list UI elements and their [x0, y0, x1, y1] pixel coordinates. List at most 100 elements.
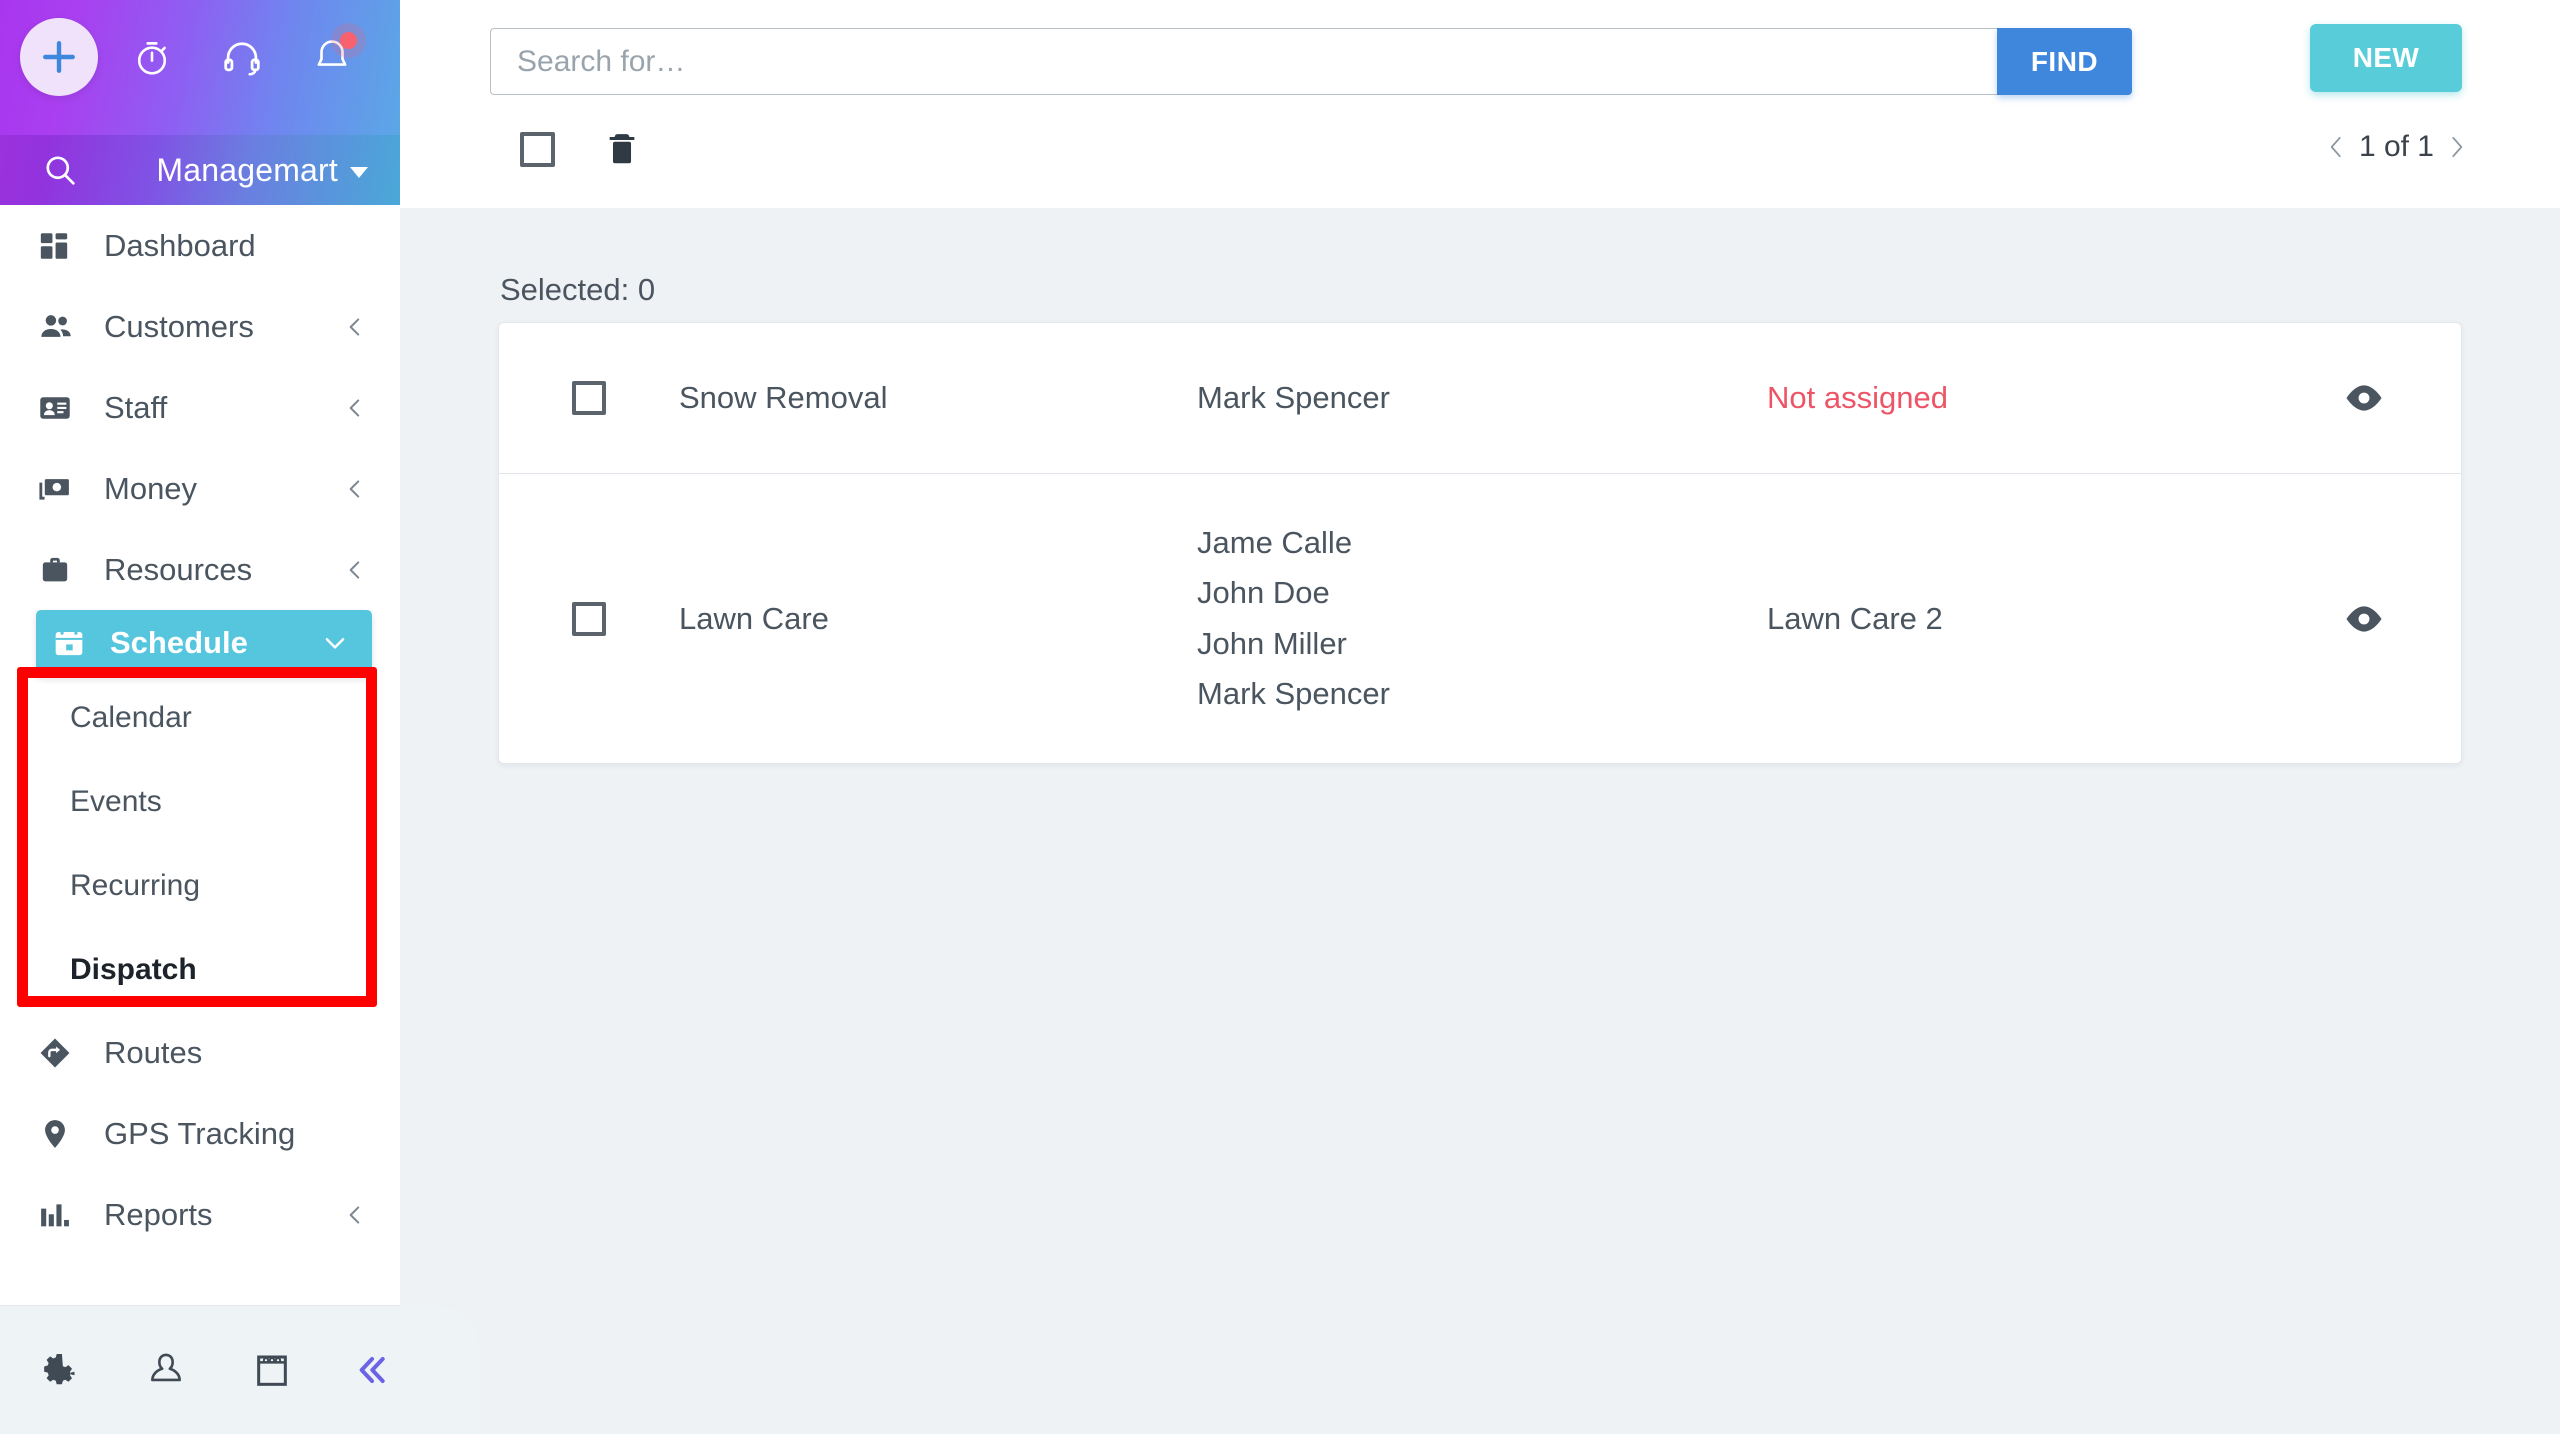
sidebar-item-label: Schedule: [110, 625, 248, 660]
gear-icon: [44, 1353, 75, 1385]
row-staff-list: Jame Calle John Doe John Miller Mark Spe…: [1197, 518, 1767, 719]
user-icon: [150, 1353, 181, 1382]
briefcase-icon: [38, 550, 84, 590]
timer-icon: [137, 41, 167, 75]
sidebar-search-button[interactable]: [40, 150, 80, 190]
sidebar-item-label: Reports: [104, 1196, 213, 1232]
sidebar-subitem-dispatch[interactable]: Dispatch: [0, 928, 400, 1012]
notifications-button[interactable]: [305, 30, 359, 84]
row-job-name: Lawn Care: [679, 600, 829, 636]
row-status: Lawn Care 2: [1767, 600, 1943, 636]
find-button[interactable]: FIND: [1997, 28, 2132, 95]
row-checkbox[interactable]: [572, 381, 606, 415]
sidebar-item-label: Customers: [104, 308, 254, 344]
content-toolbar: FIND NEW 1 of 1: [400, 0, 2560, 307]
collapse-icon: [359, 1357, 385, 1383]
chevron-right-icon[interactable]: [2444, 130, 2470, 164]
pin-icon: [38, 1114, 84, 1154]
eye-icon: [2346, 385, 2382, 411]
sidebar-subitem-calendar[interactable]: Calendar: [0, 676, 400, 760]
sidebar-item-label: Money: [104, 470, 198, 506]
row-checkbox-cell: [499, 601, 679, 636]
sidebar-subitem-label: Calendar: [70, 701, 192, 734]
bar-chart-icon: [38, 1195, 84, 1235]
sidebar-item-reports[interactable]: Reports: [0, 1174, 400, 1255]
table-row[interactable]: Snow Removal Mark Spencer Not assigned: [499, 323, 2461, 473]
selected-count: Selected: 0: [500, 272, 656, 307]
row-status: Not assigned: [1767, 380, 1948, 415]
sidebar-item-dashboard[interactable]: Dashboard: [0, 205, 400, 286]
routes-icon: [38, 1033, 84, 1073]
delete-selected-button[interactable]: [603, 128, 641, 170]
sidebar-subitem-label: Dispatch: [70, 953, 197, 986]
main-content: FIND NEW 1 of 1: [400, 0, 2560, 1434]
calendar-icon: [52, 623, 96, 663]
timer-button[interactable]: [125, 30, 179, 84]
staff-name: John Miller: [1197, 625, 1347, 661]
sidebar-item-label: Routes: [104, 1034, 203, 1070]
row-view-button[interactable]: [2267, 604, 2461, 634]
notes-button[interactable]: [243, 1327, 302, 1413]
search-input[interactable]: [490, 28, 1997, 95]
search-bar: FIND: [490, 28, 2132, 95]
sidebar-item-customers[interactable]: Customers: [0, 286, 400, 367]
row-checkbox[interactable]: [572, 601, 606, 636]
sidebar-subitem-label: Recurring: [70, 869, 201, 902]
settings-button[interactable]: [28, 1327, 87, 1413]
dispatch-table: Snow Removal Mark Spencer Not assigned L…: [498, 322, 2462, 764]
sidebar-item-staff[interactable]: Staff: [0, 367, 400, 448]
account-menu[interactable]: Managemart: [156, 152, 378, 189]
search-icon: [46, 156, 75, 185]
support-button[interactable]: [215, 30, 269, 84]
row-view-button[interactable]: [2267, 383, 2461, 413]
select-all-checkbox[interactable]: [520, 131, 555, 167]
money-icon: [38, 469, 84, 509]
table-row[interactable]: Lawn Care Jame Calle John Doe John Mille…: [499, 473, 2461, 763]
sidebar-item-resources[interactable]: Resources: [0, 529, 400, 610]
sidebar-item-label: Staff: [104, 389, 168, 425]
collapse-sidebar-button[interactable]: [342, 1327, 401, 1413]
chevron-down-icon: [320, 628, 350, 658]
chevron-down-icon: [350, 166, 368, 178]
sidebar-item-label: Resources: [104, 551, 253, 587]
sidebar-item-label: Dashboard: [104, 227, 256, 263]
staff-name: Mark Spencer: [1197, 675, 1390, 711]
chevron-left-icon: [342, 395, 368, 421]
sidebar-item-gps-tracking[interactable]: GPS Tracking: [0, 1093, 400, 1174]
notepad-icon: [257, 1355, 288, 1386]
sidebar-item-money[interactable]: Money: [0, 448, 400, 529]
staff-card-icon: [38, 388, 84, 428]
staff-name: Mark Spencer: [1197, 379, 1390, 415]
eye-icon: [2346, 605, 2382, 632]
sidebar-subitem-recurring[interactable]: Recurring: [0, 844, 400, 928]
row-job-name: Snow Removal: [679, 380, 888, 415]
sidebar-item-schedule[interactable]: Schedule: [36, 610, 372, 676]
staff-name: Jame Calle: [1197, 525, 1353, 561]
chevron-left-icon[interactable]: [2323, 130, 2349, 164]
brand-label: Managemart: [156, 151, 338, 188]
row-staff-list: Mark Spencer: [1197, 373, 1767, 423]
sidebar-subitem-label: Events: [70, 785, 162, 818]
sidebar-footer: [0, 1305, 400, 1434]
pagination: 1 of 1: [2323, 130, 2470, 164]
sidebar-item-routes[interactable]: Routes: [0, 1012, 400, 1093]
sidebar-notch: [400, 1305, 480, 1434]
app-root: Managemart Dashboard Customers Staff Mon…: [0, 0, 2560, 1434]
new-button[interactable]: NEW: [2310, 24, 2462, 92]
sidebar-quick-actions: [0, 0, 400, 135]
dashboard-icon: [38, 226, 84, 266]
bulk-actions: [520, 128, 641, 170]
plus-icon: [43, 41, 75, 73]
profile-button[interactable]: [137, 1327, 196, 1413]
sidebar-group-schedule: Schedule Calendar Events Recurring Dispa…: [0, 610, 400, 1012]
row-checkbox-cell: [499, 381, 679, 415]
sidebar-nav[interactable]: Dashboard Customers Staff Money Resource…: [0, 205, 400, 1305]
notification-badge: [340, 32, 357, 49]
add-button[interactable]: [20, 18, 98, 96]
sidebar-brand-bar: Managemart: [0, 135, 400, 205]
chevron-left-icon: [342, 314, 368, 340]
sidebar-subitem-events[interactable]: Events: [0, 760, 400, 844]
pagination-label: 1 of 1: [2358, 130, 2434, 163]
sidebar: Managemart Dashboard Customers Staff Mon…: [0, 0, 400, 1434]
sidebar-item-label: GPS Tracking: [104, 1115, 296, 1151]
